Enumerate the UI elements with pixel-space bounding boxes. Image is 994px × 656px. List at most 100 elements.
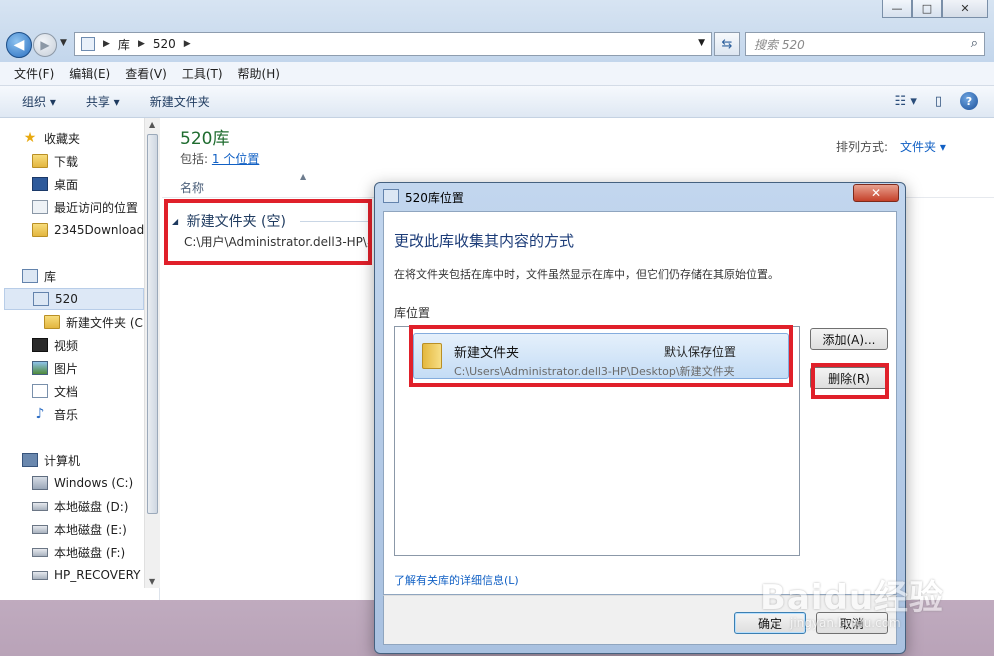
dialog-description: 在将文件夹包括在库中时，文件虽然显示在库中，但它们仍存储在其原始位置。 [394,268,779,281]
refresh-button[interactable]: ⇆ [714,32,740,56]
nav-drive-c[interactable]: Windows (C:) [32,472,133,494]
nav-desktop[interactable]: 桌面 [32,173,78,195]
nav-library-520[interactable]: 520 [4,288,144,310]
breadcrumb-chevron-icon[interactable]: ▶ [103,39,110,49]
breadcrumb-chevron-icon[interactable]: ▶ [138,39,145,49]
nav-hp-recovery[interactable]: HP_RECOVERY [32,564,140,586]
minimize-button[interactable]: — [882,0,912,18]
nav-label: 视频 [54,338,79,353]
recent-pages-dropdown[interactable]: ▼ [60,38,67,48]
menu-help[interactable]: 帮助(H) [238,65,280,82]
nav-videos[interactable]: 视频 [32,334,78,356]
caption-buttons: — □ ✕ [882,0,988,18]
dialog-footer: 确定 取消 [383,595,897,645]
documents-icon [32,384,48,398]
ok-button[interactable]: 确定 [734,612,806,634]
search-placeholder: 搜索 520 [754,37,805,52]
nav-label: 收藏夹 [44,131,81,146]
address-dropdown-icon[interactable]: ▼ [698,38,705,48]
highlight-box-remove [811,363,889,399]
nav-recent-places[interactable]: 最近访问的位置 [32,196,138,218]
nav-drive-d[interactable]: 本地磁盘 (D:) [32,495,128,517]
videos-icon [32,338,48,352]
libraries-icon [22,269,38,283]
dialog-close-button[interactable]: ✕ [853,184,899,202]
nav-drive-e[interactable]: 本地磁盘 (E:) [32,518,127,540]
menu-view[interactable]: 查看(V) [125,65,167,82]
new-folder-button[interactable]: 新建文件夹 [150,93,210,110]
arrange-by-dropdown[interactable]: 文件夹 ▾ [900,138,946,155]
nav-favorites[interactable]: ★ 收藏夹 [22,127,80,149]
learn-more-link[interactable]: 了解有关库的详细信息(L) [394,572,519,588]
menu-file[interactable]: 文件(F) [14,65,54,82]
dialog-heading: 更改此库收集其内容的方式 [394,232,575,250]
library-includes: 包括: 1 个位置 [180,150,259,167]
arrange-by-label: 排列方式: [836,140,889,154]
view-options-icon[interactable]: ☷ ▾ [895,94,917,109]
scroll-up-icon[interactable]: ▲ [149,120,155,129]
share-button[interactable]: 共享 ▾ [86,93,120,110]
forward-arrow-icon: ▶ [40,38,50,52]
nav-label: 2345Downloads [54,223,144,237]
star-icon: ★ [23,130,37,146]
drive-icon [32,547,48,557]
nav-pictures[interactable]: 图片 [32,357,78,379]
scrollbar-thumb[interactable] [147,134,158,514]
system-drive-icon [32,476,48,490]
maximize-button[interactable]: □ [912,0,942,18]
close-button[interactable]: ✕ [942,0,988,18]
command-bar: 组织 ▾ 共享 ▾ 新建文件夹 ☷ ▾ ▯ ? [0,86,994,118]
includes-label: 包括: [180,152,209,166]
preview-pane-icon[interactable]: ▯ [935,94,942,109]
back-button[interactable]: ◀ [6,32,32,58]
nav-label: 本地磁盘 (E:) [54,522,127,537]
includes-locations-link[interactable]: 1 个位置 [212,152,259,166]
library-icon [33,292,49,306]
forward-button[interactable]: ▶ [33,33,57,57]
nav-libraries[interactable]: 库 [22,265,56,287]
nav-label: Windows (C:) [54,476,134,490]
menu-tools[interactable]: 工具(T) [182,65,223,82]
library-icon [81,37,95,51]
nav-new-folder[interactable]: 新建文件夹 (C: [44,311,144,333]
address-bar[interactable]: ▶ 库 ▶ 520 ▶ ▼ [74,32,712,56]
locations-label: 库位置 [394,306,431,320]
sort-ascending-icon: ▲ [300,172,307,181]
nav-label: 最近访问的位置 [54,200,139,215]
drive-icon [32,501,48,511]
breadcrumb-520[interactable]: 520 [153,37,176,51]
search-input[interactable]: 搜索 520 ⌕ [745,32,985,56]
nav-downloads[interactable]: 下载 [32,150,78,172]
cancel-button[interactable]: 取消 [816,612,888,634]
refresh-icon: ⇆ [721,36,733,52]
organize-button[interactable]: 组织 ▾ [22,93,56,110]
scroll-down-icon[interactable]: ▼ [149,577,155,586]
search-icon[interactable]: ⌕ [971,36,978,51]
nav-drive-f[interactable]: 本地磁盘 (F:) [32,541,125,563]
breadcrumb-chevron-icon[interactable]: ▶ [184,39,191,49]
menu-bar: 文件(F) 编辑(E) 查看(V) 工具(T) 帮助(H) [0,62,994,86]
maximize-icon: □ [921,2,933,15]
computer-icon [22,453,38,467]
nav-music[interactable]: ♪ 音乐 [32,403,78,425]
nav-computer[interactable]: 计算机 [22,449,80,471]
dialog-body: 更改此库收集其内容的方式 在将文件夹包括在库中时，文件虽然显示在库中，但它们仍存… [383,211,897,595]
nav-documents[interactable]: 文档 [32,380,78,402]
library-icon [383,189,399,203]
breadcrumb-library[interactable]: 库 [118,36,130,53]
pictures-icon [32,361,48,375]
nav-label: 新建文件夹 (C: [66,315,144,330]
nav-2345downloads[interactable]: 2345Downloads [32,219,144,241]
music-icon: ♪ [35,406,45,422]
folder-icon [44,315,60,329]
back-arrow-icon: ◀ [13,37,25,53]
column-name[interactable]: 名称 [180,179,204,196]
help-icon[interactable]: ? [960,92,978,110]
nav-label: 下载 [54,154,79,169]
menu-edit[interactable]: 编辑(E) [69,65,110,82]
drive-icon [32,570,48,580]
nav-label: 图片 [54,361,79,376]
add-button[interactable]: 添加(A)... [810,328,888,350]
highlight-box-group [164,199,372,265]
nav-scrollbar[interactable]: ▲ ▼ [144,118,160,588]
